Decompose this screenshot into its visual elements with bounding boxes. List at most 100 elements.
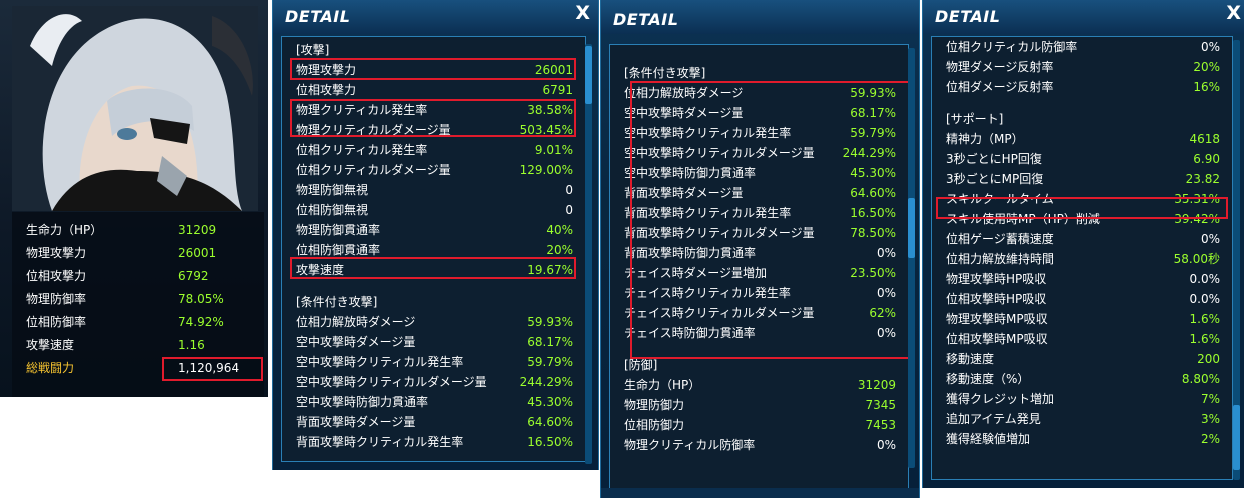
stat-label: 3秒ごとにMP回復 (946, 172, 1044, 186)
stat-label: 攻撃速度 (26, 338, 75, 352)
stat-value: 9.01% (534, 143, 573, 157)
scrollbar-thumb[interactable] (1233, 405, 1240, 470)
detail-panel-conditional: DETAIL [条件付き攻撃] 位相力解放時ダメージ 59.93% 空中攻撃時ダメージ… (600, 0, 920, 498)
stat-label: 背面攻撃時ダメージ量 (296, 415, 416, 429)
stat-label: 獲得クレジット増加 (946, 392, 1055, 406)
detail-list: 位相クリティカル防御率 0% 物理ダメージ反射率 20% 位相ダメージ反射率 16% [サポ… (931, 36, 1233, 480)
stat-label: 位相攻撃時MP吸収 (946, 332, 1048, 346)
panel-header: DETAIL X (923, 0, 1244, 34)
stat-value: 0.0% (1189, 272, 1221, 286)
stat-value: 26001 (178, 246, 217, 260)
stat-row: 物理防御無視 0 (282, 180, 585, 200)
stat-label: 位相攻撃時HP吸収 (946, 292, 1047, 306)
stat-row: 獲得クレジット増加 7% (932, 389, 1232, 409)
detail-panel-support: DETAIL X 位相クリティカル防御率 0% 物理ダメージ反射率 20% 位相ダメージ… (922, 0, 1244, 488)
stat-value: 0% (1200, 40, 1220, 54)
stat-value: 23.82 (1185, 172, 1220, 186)
stat-value: 40% (546, 223, 573, 237)
panel-title: DETAIL (613, 10, 679, 29)
stat-label: 位相力解放維持時間 (946, 252, 1055, 266)
stat-value: 0 (565, 183, 573, 197)
stat-label: 総戦闘力 (26, 361, 75, 375)
stat-row-hp: 生命力（HP） 31209 (26, 220, 256, 240)
stat-row: 位相防御力 7453 (610, 415, 908, 435)
stat-value: 16.50% (527, 435, 573, 449)
panel-header: DETAIL X (273, 0, 598, 34)
stat-label: 生命力（HP） (624, 378, 701, 392)
close-icon[interactable]: X (1226, 2, 1241, 24)
section-label: [条件付き攻撃] (624, 66, 706, 80)
stat-value: 7345 (865, 398, 896, 412)
section-header: [サポート] (932, 109, 1232, 129)
stat-row: 位相クリティカルダメージ量 129.00% (282, 160, 585, 180)
stat-label: 空中攻撃時クリティカル発生率 (296, 355, 464, 369)
highlight-box (936, 197, 1228, 219)
stat-value: 31209 (178, 223, 217, 237)
stat-row: 位相クリティカル発生率 9.01% (282, 140, 585, 160)
stat-value: 64.60% (527, 415, 573, 429)
panel-title: DETAIL (285, 7, 351, 26)
stat-row: 位相ダメージ反射率 16% (932, 77, 1232, 97)
scrollbar[interactable] (1233, 40, 1240, 480)
stat-value: 7453 (865, 418, 896, 432)
stat-label: 物理クリティカル防御率 (624, 438, 756, 452)
stat-value: 59.93% (527, 315, 573, 329)
stat-row: 位相力解放維持時間 58.00秒 (932, 249, 1232, 269)
highlight-box (290, 257, 576, 279)
stat-label: 物理防御率 (26, 292, 87, 306)
stat-row: 位相クリティカル防御率 0% (932, 37, 1232, 57)
stat-value: 16% (1193, 80, 1220, 94)
stat-label: 追加アイテム発見 (946, 412, 1041, 426)
stat-label: 物理ダメージ反射率 (946, 60, 1054, 74)
stat-row: 移動速度（%） 8.80% (932, 369, 1232, 389)
stat-value: 59.79% (527, 355, 573, 369)
stat-label: 物理防御無視 (296, 183, 369, 197)
detail-list: [条件付き攻撃] 位相力解放時ダメージ 59.93% 空中攻撃時ダメージ量 68.17%… (609, 44, 912, 490)
stat-value: 4618 (1189, 132, 1220, 146)
stat-label: 獲得経験値増加 (946, 432, 1031, 446)
stat-value: 0% (1200, 232, 1220, 246)
stat-label: 精神力（MP） (946, 132, 1024, 146)
stat-row: 物理攻撃時HP吸収 0.0% (932, 269, 1232, 289)
detail-panel-attack: DETAIL X [攻撃] 物理攻撃力 26001 位相攻撃力 6791 物理クリティカル… (272, 0, 599, 470)
stat-value: 3% (1200, 412, 1220, 426)
stat-row: 物理攻撃時MP吸収 1.6% (932, 309, 1232, 329)
stat-row: 空中攻撃時防御力貫通率 45.30% (282, 392, 585, 412)
highlight-box (162, 357, 263, 381)
highlight-box (290, 99, 576, 137)
stat-label: 空中攻撃時ダメージ量 (296, 335, 416, 349)
stat-row: 背面攻撃時クリティカル発生率 16.50% (282, 432, 585, 452)
stat-row: 位相ゲージ蓄積速度 0% (932, 229, 1232, 249)
stat-value: 1.6% (1189, 332, 1221, 346)
scrollbar[interactable] (585, 44, 592, 464)
stat-row: 3秒ごとにHP回復 6.90 (932, 149, 1232, 169)
close-icon[interactable]: X (575, 2, 590, 24)
stat-row: 背面攻撃時ダメージ量 64.60% (282, 412, 585, 432)
highlight-box (630, 81, 912, 359)
highlight-box (290, 58, 576, 80)
stat-row: 獲得経験値増加 2% (932, 429, 1232, 449)
stat-value: 6791 (542, 83, 573, 97)
scrollbar-thumb[interactable] (585, 46, 592, 104)
stat-label: 移動速度（%） (946, 372, 1030, 386)
stat-value: 0.0% (1189, 292, 1221, 306)
stat-value: 6.90 (1193, 152, 1220, 166)
stat-row: 位相攻撃時MP吸収 1.6% (932, 329, 1232, 349)
panel-footer (601, 488, 919, 498)
stat-row-physical-defense: 物理防御率 78.05% (26, 289, 256, 309)
stat-row: 位相防御無視 0 (282, 200, 585, 220)
stat-value: 2% (1200, 432, 1220, 446)
section-header: [条件付き攻撃] (282, 292, 585, 312)
panel-header: DETAIL (601, 0, 919, 34)
stat-row: 位相攻撃力 6791 (282, 80, 585, 100)
stat-label: 空中攻撃時防御力貫通率 (296, 395, 429, 409)
stat-value: 78.05% (178, 292, 224, 306)
stat-value: 129.00% (519, 163, 573, 177)
stat-row: 空中攻撃時クリティカル発生率 59.79% (282, 352, 585, 372)
stat-label: 移動速度 (946, 352, 995, 366)
stat-row: 物理防御力 7345 (610, 395, 908, 415)
stat-row-physical-attack: 物理攻撃力 26001 (26, 243, 256, 263)
scrollbar-thumb[interactable] (908, 198, 915, 258)
scrollbar[interactable] (908, 48, 915, 468)
stat-value: 200 (1197, 352, 1220, 366)
